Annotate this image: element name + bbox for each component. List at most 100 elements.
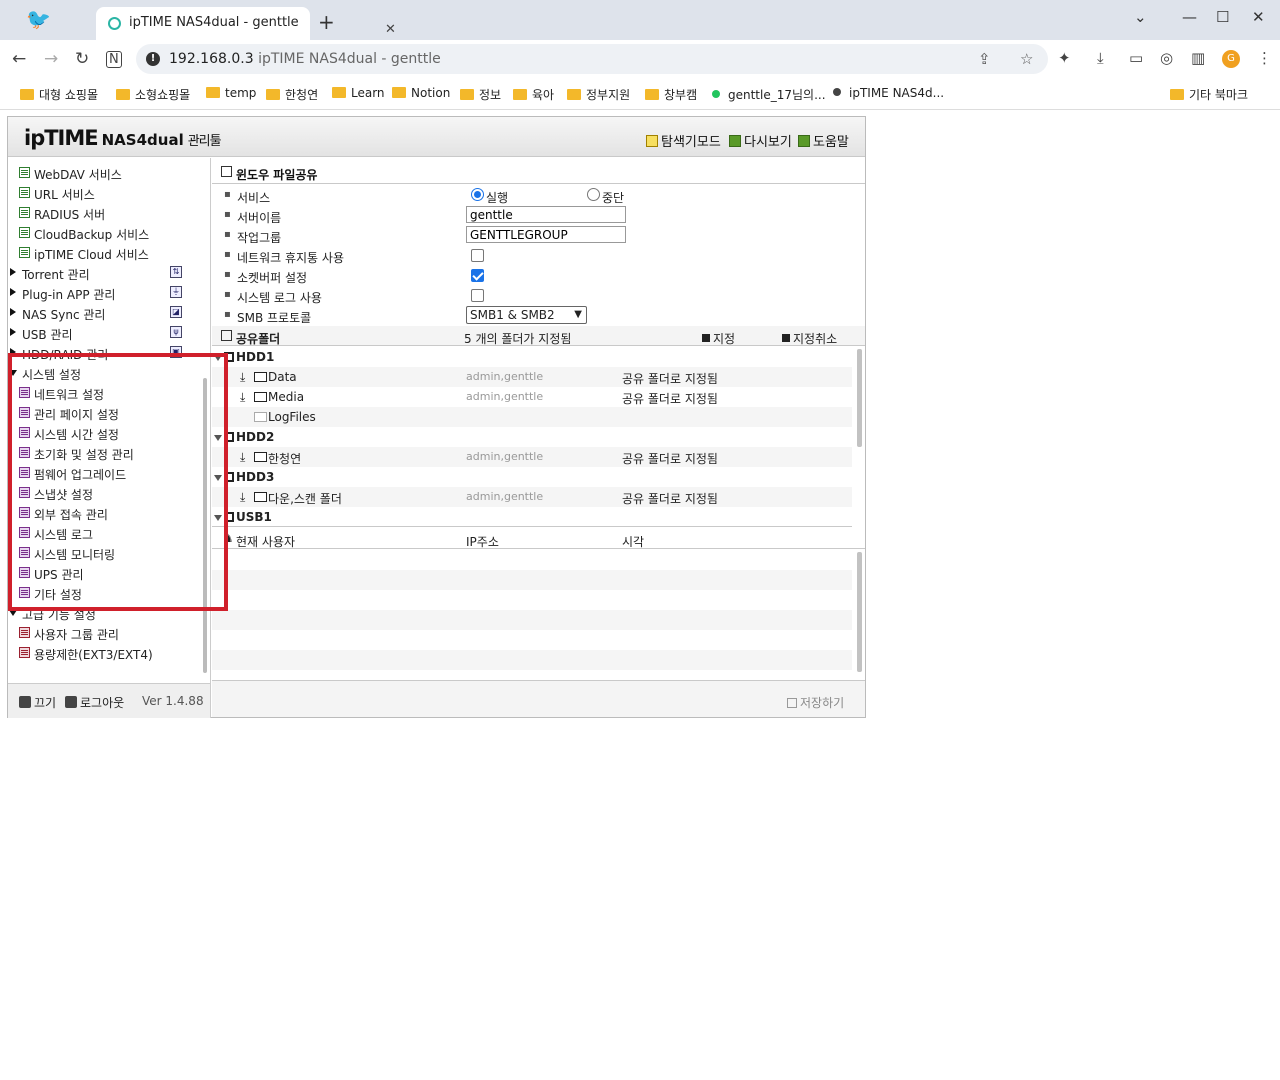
socket-buffer-checkbox[interactable] — [471, 269, 484, 282]
help-icon — [798, 135, 810, 147]
bookmark-folder[interactable]: 육아 — [513, 86, 554, 103]
red-highlight-box — [8, 353, 228, 611]
folder-icon — [116, 89, 130, 100]
sidebar-item-iptime-cloud[interactable]: ipTIME Cloud 서비스 — [8, 243, 208, 263]
expand-arrow-icon — [10, 328, 16, 336]
folder-icon — [392, 87, 406, 98]
minimize-icon[interactable]: — — [1182, 8, 1197, 26]
bookmark-folder[interactable]: 대형 쇼핑몰 — [20, 86, 98, 103]
bookmark-link[interactable]: genttle_17님의... — [712, 86, 826, 103]
folder-row[interactable]: ⤓ Data admin,genttle 공유 폴더로 지정됨 — [212, 367, 852, 387]
expand-arrow-icon — [10, 308, 16, 316]
tab-close-icon[interactable]: ✕ — [385, 22, 396, 37]
bookmark-folder[interactable]: 정부지원 — [567, 86, 630, 103]
tab-search-icon[interactable]: ⌄ — [1134, 8, 1147, 26]
power-off-button[interactable]: 끄기 — [19, 694, 56, 711]
screenshot-icon[interactable]: ◎ — [1160, 49, 1173, 67]
forward-icon[interactable]: → — [44, 49, 58, 69]
recycle-bin-checkbox[interactable] — [471, 249, 484, 262]
section-title: 윈도우 파일공유 — [212, 160, 865, 184]
bookmark-folder[interactable]: 소형쇼핑몰 — [116, 86, 190, 103]
side-panel-icon[interactable]: ▥ — [1191, 49, 1205, 67]
service-off-radio[interactable] — [587, 188, 600, 201]
unassign-share-button[interactable]: 지정취소 — [782, 330, 837, 347]
save-button[interactable]: 저장하기 — [787, 694, 844, 711]
folder-row[interactable]: LogFiles — [212, 407, 852, 427]
site-info-icon[interactable]: ! — [146, 52, 160, 66]
bookmark-folder[interactable]: 한청연 — [266, 86, 318, 103]
twitter-bird-icon[interactable]: 🐦 — [26, 8, 52, 30]
bookmark-folder[interactable]: Notion — [392, 86, 450, 100]
logout-button[interactable]: 로그아웃 — [65, 694, 124, 711]
back-icon[interactable]: ← — [12, 49, 26, 69]
bookmark-star-icon[interactable]: ☆ — [1020, 50, 1033, 68]
reload-icon[interactable]: ↻ — [75, 49, 89, 69]
sidebar-group-nas-sync[interactable]: NAS Sync 관리 ◪ — [8, 303, 208, 323]
chevron-down-icon: ▼ — [574, 309, 582, 320]
menu-page-icon — [19, 247, 30, 258]
assign-share-button[interactable]: 지정 — [702, 330, 735, 347]
close-window-icon[interactable]: ✕ — [1252, 8, 1265, 26]
folder-icon — [254, 492, 267, 502]
table-row — [212, 610, 852, 630]
help-link[interactable]: 도움말 — [798, 131, 849, 150]
shared-folders-header: 공유폴더 5 개의 폴더가 지정됨 지정 지정취소 — [212, 326, 865, 346]
new-tab-icon[interactable]: + — [318, 10, 335, 34]
sidebar-item-url[interactable]: URL 서비스 — [8, 183, 208, 203]
users-list-scrollbar[interactable] — [857, 552, 862, 672]
sidebar-group-plugin[interactable]: Plug-in APP 관리 ⏚ — [8, 283, 208, 303]
sidebar-item-radius[interactable]: RADIUS 서버 — [8, 203, 208, 223]
service-on-radio[interactable] — [471, 188, 484, 201]
reload-view-link[interactable]: 다시보기 — [729, 131, 792, 150]
workgroup-input[interactable] — [466, 226, 626, 243]
folder-list-scrollbar[interactable] — [857, 349, 862, 447]
disk-row-hdd1[interactable]: HDD1 — [212, 347, 852, 367]
folder-row[interactable]: ⤓ 다운,스캔 폴더 admin,genttle 공유 폴더로 지정됨 — [212, 487, 852, 507]
save-icon — [787, 698, 797, 708]
folder-icon — [206, 87, 220, 98]
disk-row-hdd3[interactable]: HDD3 — [212, 467, 852, 487]
sidebar-group-usb[interactable]: USB 관리 ψ — [8, 323, 208, 343]
address-bar[interactable]: ! 192.168.0.3 ipTIME NAS4dual - genttle … — [136, 44, 1048, 74]
bookmark-folder[interactable]: 창부캠 — [645, 86, 697, 103]
cast-icon[interactable]: ▭ — [1129, 49, 1143, 67]
other-bookmarks[interactable]: 기타 북마크 — [1170, 86, 1248, 103]
download-icon: ⤓ — [240, 390, 246, 404]
share-icon[interactable]: ⇪ — [978, 50, 991, 68]
usb-icon: ψ — [170, 326, 182, 338]
bookmark-link[interactable]: ipTIME NAS4d... — [833, 86, 944, 100]
menu-page-icon — [19, 167, 30, 178]
sidebar-footer: 끄기 로그아웃 Ver 1.4.88 — [8, 683, 211, 718]
extensions-icon[interactable]: ✦ — [1058, 49, 1071, 67]
bookmark-folder[interactable]: temp — [206, 86, 256, 100]
site-dot-icon — [833, 88, 841, 96]
sidebar-item-cloudbackup[interactable]: CloudBackup 서비스 — [8, 223, 208, 243]
server-name-input[interactable] — [466, 206, 626, 223]
folder-icon — [254, 412, 267, 422]
folder-row[interactable]: ⤓ Media admin,genttle 공유 폴더로 지정됨 — [212, 387, 852, 407]
syslog-checkbox[interactable] — [471, 289, 484, 302]
notion-extension-icon[interactable]: N — [106, 51, 122, 68]
advanced-page-icon — [19, 627, 30, 638]
disk-row-usb1[interactable]: USB1 — [212, 507, 852, 526]
sidebar-item-quota[interactable]: 용량제한(EXT3/EXT4) — [8, 643, 208, 663]
folder-icon — [254, 392, 267, 402]
explorer-mode-link[interactable]: 탐색기모드 — [646, 131, 721, 150]
sidebar-item-user-group[interactable]: 사용자 그룹 관리 — [8, 623, 208, 643]
bookmark-folder[interactable]: Learn — [332, 86, 385, 100]
disk-row-hdd2[interactable]: HDD2 — [212, 427, 852, 447]
folder-row[interactable]: ⤓ 한청연 admin,genttle 공유 폴더로 지정됨 — [212, 447, 852, 467]
smb-protocol-select[interactable]: SMB1 & SMB2 ▼ — [466, 306, 587, 324]
sidebar-group-torrent[interactable]: Torrent 관리 ⇅ — [8, 263, 208, 283]
menu-icon[interactable]: ⋮ — [1257, 49, 1272, 67]
bookmark-folder[interactable]: 정보 — [460, 86, 501, 103]
browser-tab[interactable]: ipTIME NAS4dual - genttle ✕ — [96, 7, 396, 40]
download-icon[interactable]: ⤓ — [1097, 49, 1104, 67]
main-panel: 윈도우 파일공유 ▪서비스 실행 중단 ▪서버이름 ▪작업그룹 ▪네트워크 휴지… — [212, 158, 865, 717]
maximize-icon[interactable]: ☐ — [1216, 8, 1229, 26]
profile-avatar[interactable]: G — [1222, 50, 1240, 68]
folder-icon — [1170, 89, 1184, 100]
page-icon — [221, 330, 232, 341]
sidebar-item-webdav[interactable]: WebDAV 서비스 — [8, 163, 208, 183]
field-recycle-bin: ▪ 네트워크 휴지통 사용 — [212, 245, 865, 265]
